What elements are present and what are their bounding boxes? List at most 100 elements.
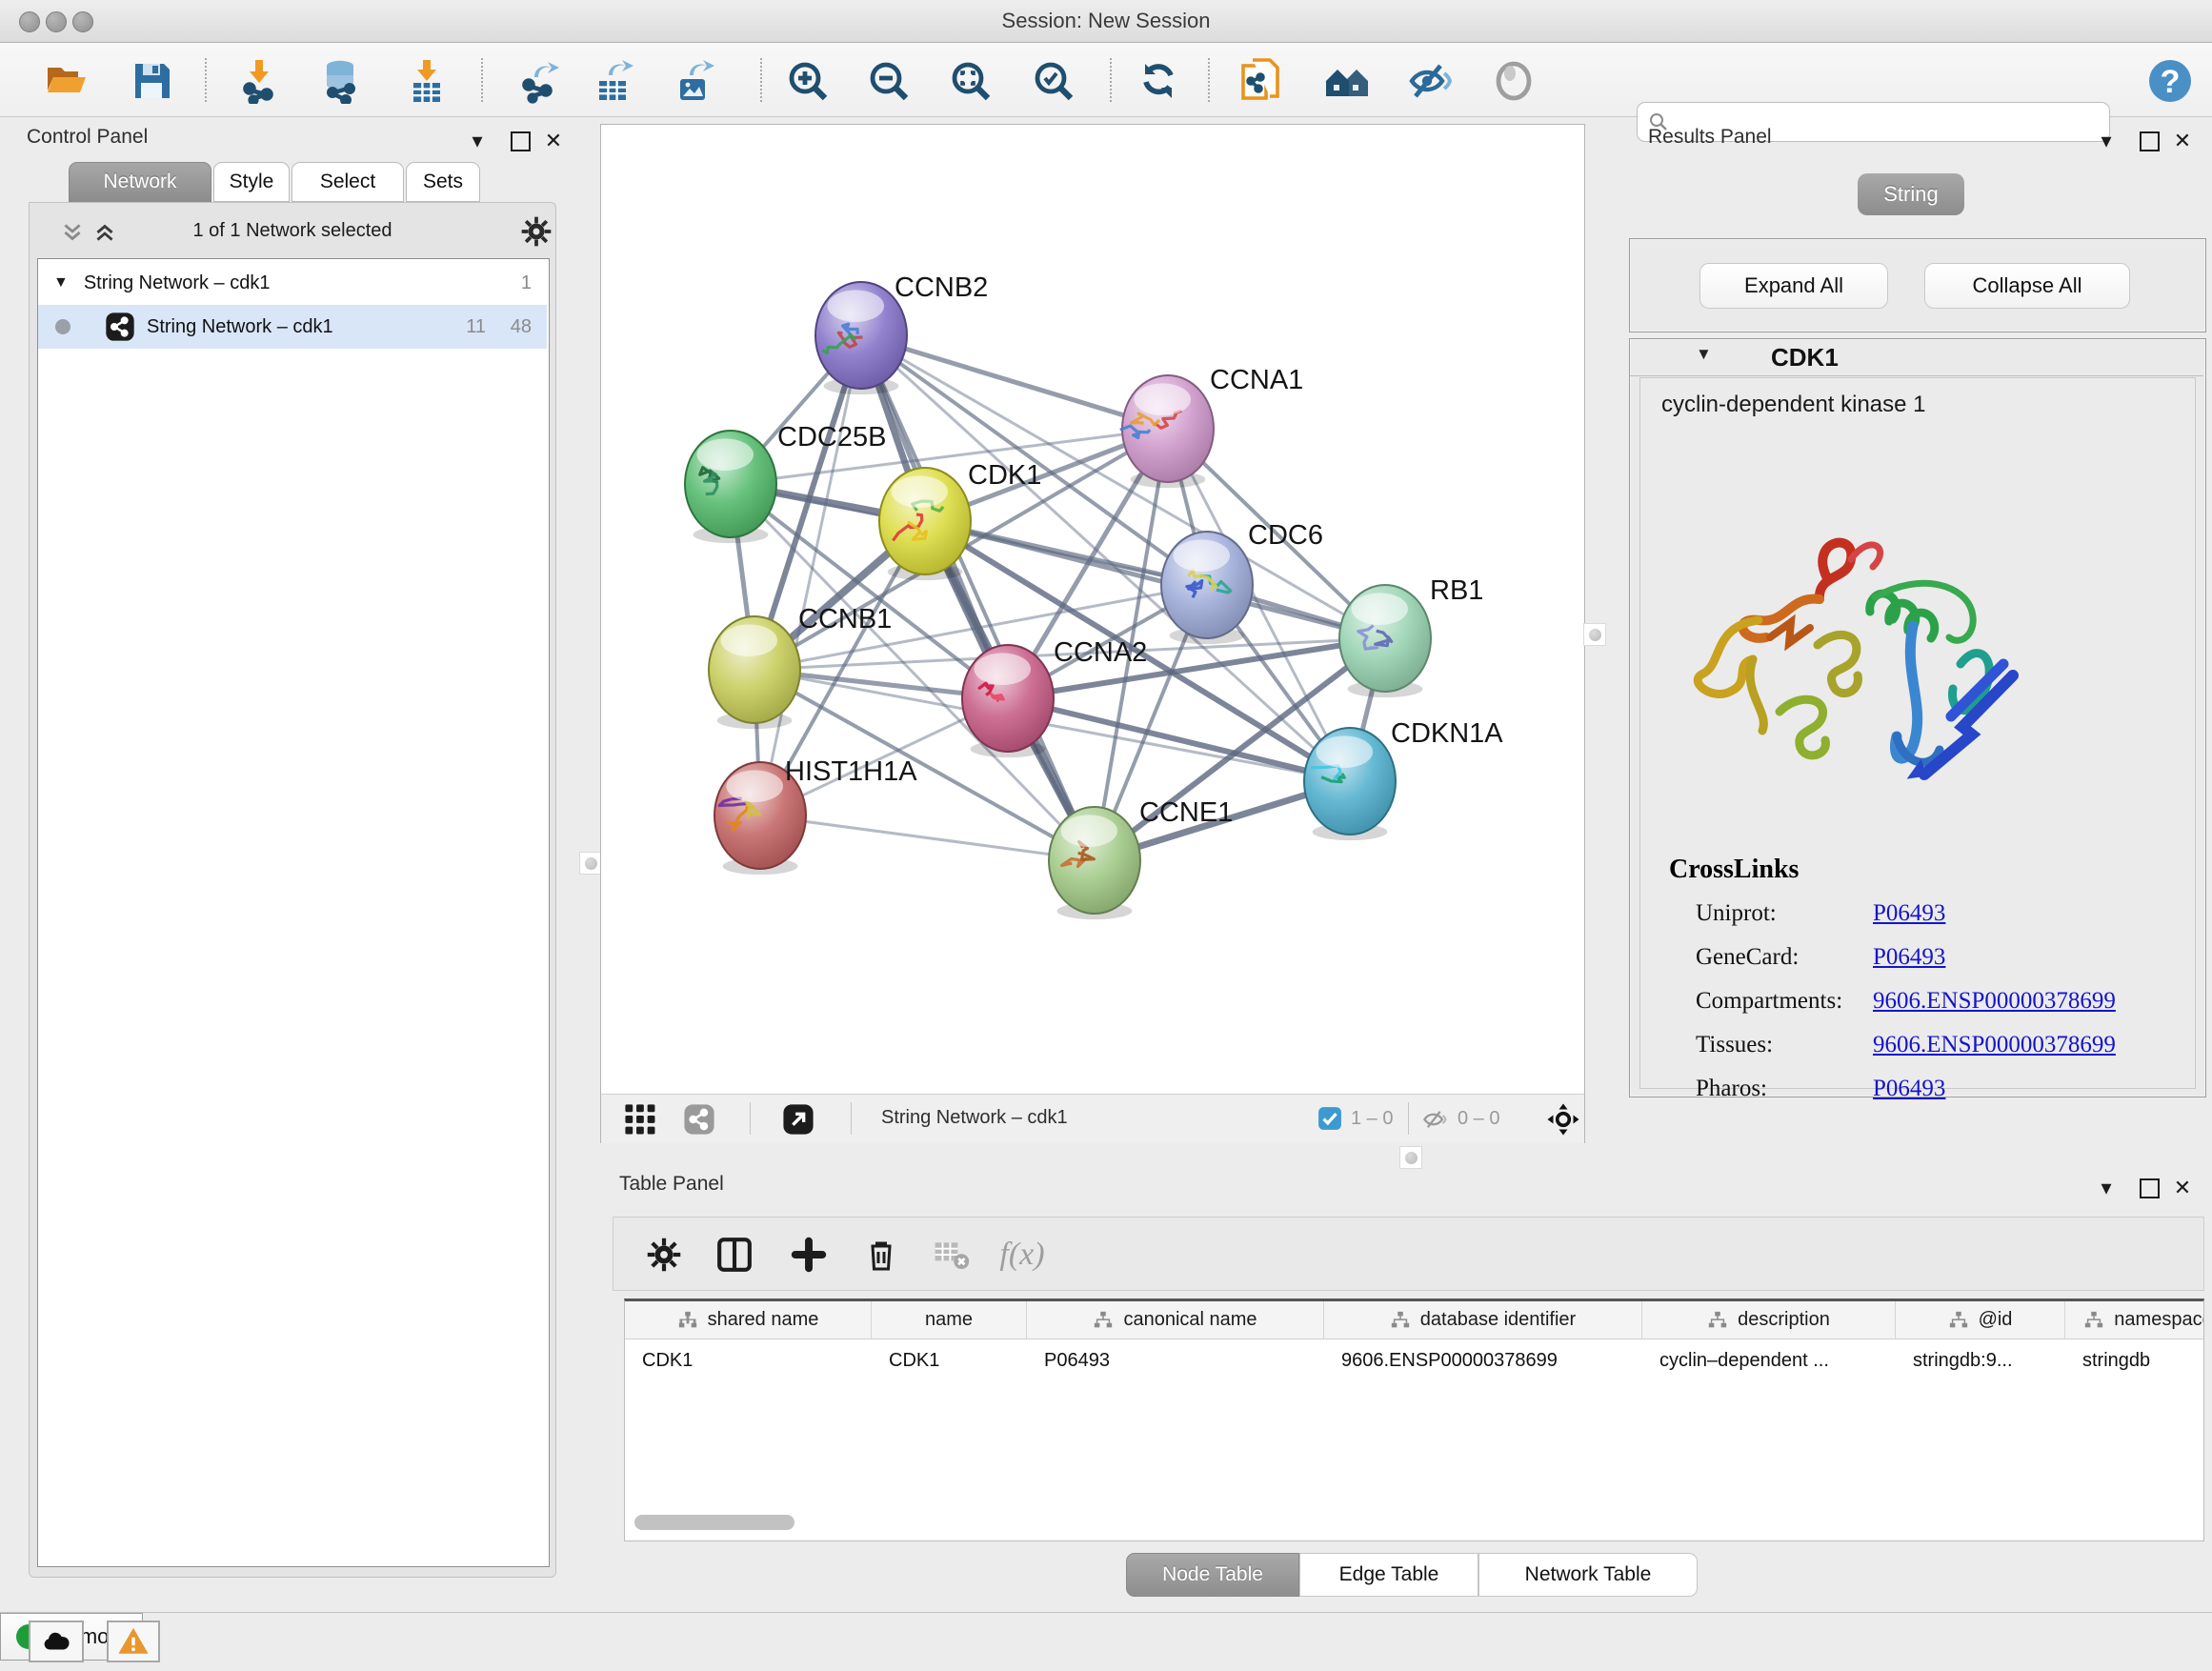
import-network-from-database-button[interactable]: [315, 56, 365, 106]
column-header-name[interactable]: name: [872, 1301, 1027, 1339]
zoom-fit-icon: [948, 58, 994, 104]
table-cell[interactable]: CDK1: [872, 1339, 1027, 1381]
results-panel-float-icon[interactable]: [2140, 130, 2160, 156]
column-header-description[interactable]: description: [1642, 1301, 1896, 1339]
grid-view-icon[interactable]: [624, 1103, 656, 1136]
control-panel-menu-icon[interactable]: ▾: [463, 130, 492, 152]
export-network-button[interactable]: [513, 56, 563, 106]
tab-node-table[interactable]: Node Table: [1126, 1553, 1299, 1597]
gene-header-row[interactable]: ▼ CDK1: [1630, 339, 2203, 376]
column-type-icon: [677, 1310, 698, 1331]
zoom-out-button[interactable]: [864, 56, 914, 106]
bottom-divider-handle[interactable]: [1399, 1146, 1422, 1169]
table-options-gear-icon[interactable]: [640, 1231, 688, 1278]
tab-network[interactable]: Network: [69, 162, 211, 202]
refresh-button[interactable]: [1134, 56, 1183, 106]
hidden-eye-icon[interactable]: [1422, 1106, 1449, 1133]
network-node-CDKN1A[interactable]: [1304, 728, 1396, 840]
network-collection-row[interactable]: ▼ String Network – cdk1 1: [38, 261, 547, 305]
table-cell[interactable]: CDK1: [625, 1339, 872, 1381]
crosslink-link[interactable]: P06493: [1873, 1076, 1945, 1102]
node-table[interactable]: shared name name canonical name database…: [624, 1299, 2204, 1541]
column-header-canonical-name[interactable]: canonical name: [1027, 1301, 1324, 1339]
crosslink-link[interactable]: 9606.ENSP00000378699: [1873, 1032, 2116, 1058]
left-divider-handle[interactable]: [579, 852, 602, 875]
results-panel-menu-icon[interactable]: ▾: [2092, 130, 2121, 152]
control-panel-float-icon[interactable]: [511, 130, 531, 156]
import-network-from-file-button[interactable]: [234, 56, 284, 106]
table-horizontal-scrollbar[interactable]: [634, 1515, 794, 1530]
gene-collapse-icon[interactable]: ▼: [1696, 345, 1712, 364]
network-node-CDK1[interactable]: [879, 468, 971, 580]
hidden-count: 0 – 0: [1458, 1108, 1499, 1130]
network-edge-count: 48: [511, 316, 532, 338]
network-node-CDC25B[interactable]: [685, 431, 776, 543]
collection-expand-icon[interactable]: ▼: [53, 274, 69, 292]
tab-network-table[interactable]: Network Table: [1478, 1553, 1698, 1597]
zoom-selected-icon: [1031, 58, 1076, 104]
table-cell[interactable]: 9606.ENSP00000378699: [1324, 1339, 1642, 1381]
open-session-button[interactable]: [42, 56, 91, 106]
zoom-selected-button[interactable]: [1029, 56, 1078, 106]
export-table-button[interactable]: [590, 56, 639, 106]
hide-selected-button[interactable]: [1406, 56, 1456, 106]
save-session-button[interactable]: [128, 56, 177, 106]
network-list: ▼ String Network – cdk1 1 String Network…: [37, 258, 550, 1567]
help-button[interactable]: ?: [2145, 56, 2195, 106]
column-header-database-identifier[interactable]: database identifier: [1324, 1301, 1642, 1339]
crosslink-link[interactable]: P06493: [1873, 944, 1945, 971]
network-canvas[interactable]: CCNB2CCNA1CDC25BCDK1CDC6RB1CCNB1CCNA2CDK…: [601, 125, 1584, 1094]
table-cell[interactable]: P06493: [1027, 1339, 1324, 1381]
selected-count: 1 – 0: [1351, 1108, 1393, 1130]
crosslink-link[interactable]: P06493: [1873, 900, 1945, 927]
table-panel-close-icon[interactable]: ✕: [2168, 1177, 2197, 1199]
cloud-button[interactable]: [29, 1621, 84, 1662]
network-node-RB1[interactable]: [1339, 585, 1431, 697]
new-network-from-selection-button[interactable]: [1236, 56, 1285, 106]
network-row-selected[interactable]: String Network – cdk1 11 48: [38, 305, 547, 349]
tab-style[interactable]: Style: [213, 162, 290, 202]
table-cell[interactable]: stringdb: [2065, 1339, 2204, 1381]
tab-string-results[interactable]: String: [1858, 173, 1964, 215]
column-header-shared-name[interactable]: shared name: [625, 1301, 872, 1339]
expand-all-button[interactable]: Expand All: [1699, 263, 1888, 309]
network-node-CCNE1[interactable]: [1049, 807, 1140, 919]
right-divider-handle[interactable]: [1583, 623, 1606, 646]
zoom-in-button[interactable]: [783, 56, 833, 106]
results-panel-close-icon[interactable]: ✕: [2168, 130, 2197, 152]
zoom-fit-button[interactable]: [946, 56, 995, 106]
network-node-CCNB2[interactable]: [815, 282, 907, 394]
table-cell[interactable]: cyclin–dependent ...: [1642, 1339, 1896, 1381]
tab-edge-table[interactable]: Edge Table: [1299, 1553, 1478, 1597]
network-node-CCNB1[interactable]: [709, 616, 800, 729]
birdseye-navigator-icon[interactable]: [1546, 1102, 1580, 1137]
first-neighbors-button[interactable]: [1322, 56, 1372, 106]
show-columns-icon[interactable]: [711, 1231, 758, 1278]
import-table-from-file-button[interactable]: [402, 56, 452, 106]
table-cell[interactable]: stringdb:9...: [1896, 1339, 2065, 1381]
create-column-icon[interactable]: [785, 1231, 833, 1278]
delete-column-icon[interactable]: [857, 1231, 905, 1278]
column-header-namespace[interactable]: namespace: [2065, 1301, 2204, 1339]
warnings-button[interactable]: [107, 1621, 160, 1662]
node-label-CCNE1: CCNE1: [1139, 797, 1233, 828]
clone-network-icon: [1237, 58, 1283, 104]
open-in-window-icon[interactable]: [782, 1103, 814, 1136]
table-panel-menu-icon[interactable]: ▾: [2092, 1177, 2121, 1199]
table-panel-float-icon[interactable]: [2140, 1177, 2160, 1203]
node-label-CDK1: CDK1: [968, 460, 1041, 491]
network-options-gear-icon[interactable]: [521, 216, 552, 247]
network-tab-panel: 1 of 1 Network selected ▼ String Network…: [29, 202, 556, 1578]
status-bar: Memory: [0, 1612, 2212, 1671]
control-panel-close-icon[interactable]: ✕: [539, 130, 568, 152]
selected-checkbox-icon[interactable]: [1317, 1106, 1342, 1131]
export-image-button[interactable]: [671, 56, 720, 106]
network-node-CCNA1[interactable]: [1120, 375, 1214, 488]
show-graphics-details-button[interactable]: [1489, 56, 1538, 106]
column-header-id[interactable]: @id: [1896, 1301, 2065, 1339]
crosslink-link[interactable]: 9606.ENSP00000378699: [1873, 988, 2116, 1015]
collapse-all-button[interactable]: Collapse All: [1924, 263, 2130, 309]
tab-sets[interactable]: Sets: [406, 162, 480, 202]
string-view-icon[interactable]: [683, 1103, 715, 1136]
tab-select[interactable]: Select: [292, 162, 404, 202]
